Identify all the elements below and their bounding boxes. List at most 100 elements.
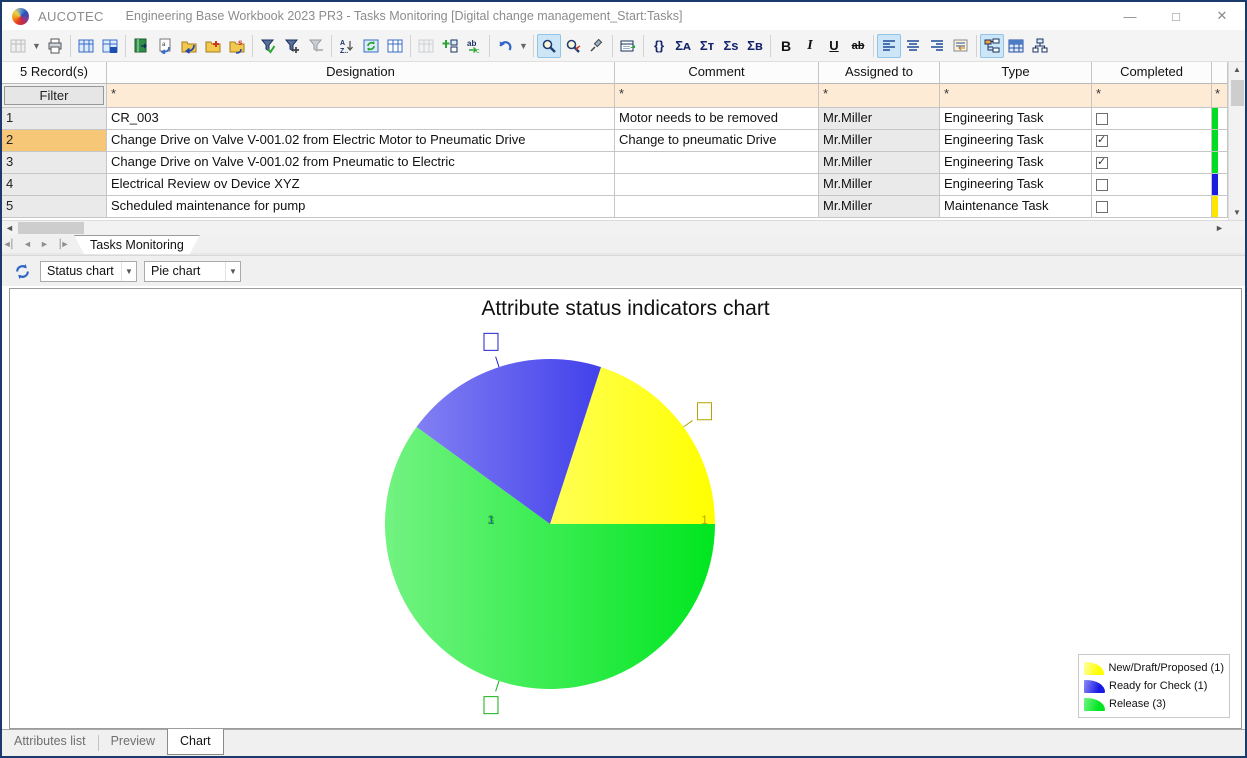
comment-cell[interactable]: Change to pneumatic Drive: [615, 130, 819, 152]
completed-cell[interactable]: [1092, 174, 1212, 196]
caret-down-icon[interactable]: ▼: [517, 34, 530, 58]
refresh-data-icon[interactable]: [359, 34, 383, 58]
completed-checkbox[interactable]: [1096, 157, 1108, 169]
tree-view-icon[interactable]: [980, 34, 1004, 58]
org-view-icon[interactable]: [1028, 34, 1052, 58]
align-center-icon[interactable]: [901, 34, 925, 58]
column-header-assigned-to[interactable]: Assigned to: [819, 62, 940, 84]
column-grid-icon[interactable]: [383, 34, 407, 58]
row-number-cell[interactable]: 5: [2, 196, 107, 218]
close-button[interactable]: ✕: [1199, 2, 1245, 30]
type-cell[interactable]: Engineering Task: [940, 108, 1092, 130]
chart-type-select[interactable]: Status chart ▼: [40, 261, 137, 282]
column-header-completed[interactable]: Completed: [1092, 62, 1212, 84]
chevron-down-icon[interactable]: ▼: [225, 262, 240, 281]
completed-checkbox[interactable]: [1096, 113, 1108, 125]
comment-cell[interactable]: [615, 152, 819, 174]
pie-chart[interactable]: 113: [350, 324, 750, 729]
filter-cell-comment[interactable]: *: [615, 84, 819, 108]
filter-cell-status[interactable]: *: [1212, 84, 1228, 108]
folder-sync-icon[interactable]: s: [225, 34, 249, 58]
comment-cell[interactable]: Motor needs to be removed: [615, 108, 819, 130]
horizontal-scroll-thumb[interactable]: [18, 222, 84, 234]
completed-checkbox[interactable]: [1096, 135, 1108, 147]
comment-cell[interactable]: [615, 174, 819, 196]
row-number-cell[interactable]: 1: [2, 108, 107, 130]
row-number-cell[interactable]: 4: [2, 174, 107, 196]
designation-cell[interactable]: Scheduled maintenance for pump: [107, 196, 615, 218]
text-wrap-icon[interactable]: [949, 34, 973, 58]
completed-cell[interactable]: [1092, 152, 1212, 174]
type-cell[interactable]: Engineering Task: [940, 174, 1092, 196]
align-left-icon[interactable]: [877, 34, 901, 58]
column-header-designation[interactable]: Designation: [107, 62, 615, 84]
sigma-t-icon[interactable]: Σᴛ: [695, 34, 719, 58]
filter-cell-assigned-to[interactable]: *: [819, 84, 940, 108]
table-view-icon[interactable]: [1004, 34, 1028, 58]
scroll-up-icon[interactable]: ▲: [1229, 62, 1245, 77]
tab-chart[interactable]: Chart: [167, 729, 224, 755]
type-cell[interactable]: Engineering Task: [940, 130, 1092, 152]
assigned-to-cell[interactable]: Mr.Miller: [819, 196, 940, 218]
scroll-left-icon[interactable]: ◄: [2, 221, 17, 235]
bold-icon[interactable]: B: [774, 34, 798, 58]
maximize-button[interactable]: □: [1153, 2, 1199, 30]
filter-cell-completed[interactable]: *: [1092, 84, 1212, 108]
designation-cell[interactable]: Electrical Review ov Device XYZ: [107, 174, 615, 196]
sigma-s-icon[interactable]: Σs: [719, 34, 743, 58]
tab-attributes-list[interactable]: Attributes list: [2, 730, 98, 756]
record-count-header[interactable]: 5 Record(s): [2, 62, 107, 84]
assigned-to-cell[interactable]: Mr.Miller: [819, 130, 940, 152]
underline-icon[interactable]: U: [822, 34, 846, 58]
next-sheet-icon[interactable]: ►: [36, 235, 53, 253]
folder-arrow-icon[interactable]: [177, 34, 201, 58]
filter-minus-icon[interactable]: [304, 34, 328, 58]
print-icon[interactable]: [43, 34, 67, 58]
braces-icon[interactable]: {}: [647, 34, 671, 58]
refresh-chart-icon[interactable]: [10, 259, 34, 283]
caret-down-icon[interactable]: ▼: [30, 34, 43, 58]
filter-check-icon[interactable]: [256, 34, 280, 58]
scroll-right-icon[interactable]: ►: [1212, 221, 1227, 235]
designation-cell[interactable]: Change Drive on Valve V-001.02 from Elec…: [107, 130, 615, 152]
minimize-button[interactable]: —: [1107, 2, 1153, 30]
horizontal-scrollbar[interactable]: ◄ ►: [2, 220, 1245, 235]
type-cell[interactable]: Maintenance Task: [940, 196, 1092, 218]
vertical-scroll-thumb[interactable]: [1231, 80, 1244, 106]
rename-icon[interactable]: abc: [462, 34, 486, 58]
sheet-add-icon[interactable]: [98, 34, 122, 58]
zoom-icon[interactable]: [537, 34, 561, 58]
italic-icon[interactable]: I: [798, 34, 822, 58]
workbook-export-icon[interactable]: [129, 34, 153, 58]
type-cell[interactable]: Engineering Task: [940, 152, 1092, 174]
folder-plus-icon[interactable]: [201, 34, 225, 58]
filter-button[interactable]: Filter: [4, 86, 104, 105]
sheet-insert-icon[interactable]: [74, 34, 98, 58]
row-number-cell[interactable]: 3: [2, 152, 107, 174]
designation-cell[interactable]: Change Drive on Valve V-001.02 from Pneu…: [107, 152, 615, 174]
node-plus-icon[interactable]: [438, 34, 462, 58]
scroll-down-icon[interactable]: ▼: [1229, 205, 1245, 220]
column-header-type[interactable]: Type: [940, 62, 1092, 84]
prev-sheet-icon[interactable]: ◄: [19, 235, 36, 253]
chevron-down-icon[interactable]: ▼: [121, 262, 136, 281]
completed-checkbox[interactable]: [1096, 179, 1108, 191]
assigned-to-cell[interactable]: Mr.Miller: [819, 108, 940, 130]
sigma-a-icon[interactable]: Σᴀ: [671, 34, 695, 58]
sheet-arrow-icon[interactable]: a: [153, 34, 177, 58]
comment-cell[interactable]: [615, 196, 819, 218]
column-header-comment[interactable]: Comment: [615, 62, 819, 84]
undo-icon[interactable]: [493, 34, 517, 58]
filter-cell-designation[interactable]: *: [107, 84, 615, 108]
pin-icon[interactable]: [585, 34, 609, 58]
first-sheet-icon[interactable]: ◄▏: [2, 235, 19, 253]
row-number-cell[interactable]: 2: [2, 130, 107, 152]
filter-cell-type[interactable]: *: [940, 84, 1092, 108]
sigma-b-icon[interactable]: Σʙ: [743, 34, 767, 58]
last-sheet-icon[interactable]: ▕►: [53, 235, 70, 253]
sort-az-icon[interactable]: AZ..: [335, 34, 359, 58]
vertical-scrollbar[interactable]: ▲ ▼: [1228, 62, 1245, 220]
assigned-to-cell[interactable]: Mr.Miller: [819, 174, 940, 196]
link-new-icon[interactable]: [414, 34, 438, 58]
strikethrough-icon[interactable]: ab: [846, 34, 870, 58]
